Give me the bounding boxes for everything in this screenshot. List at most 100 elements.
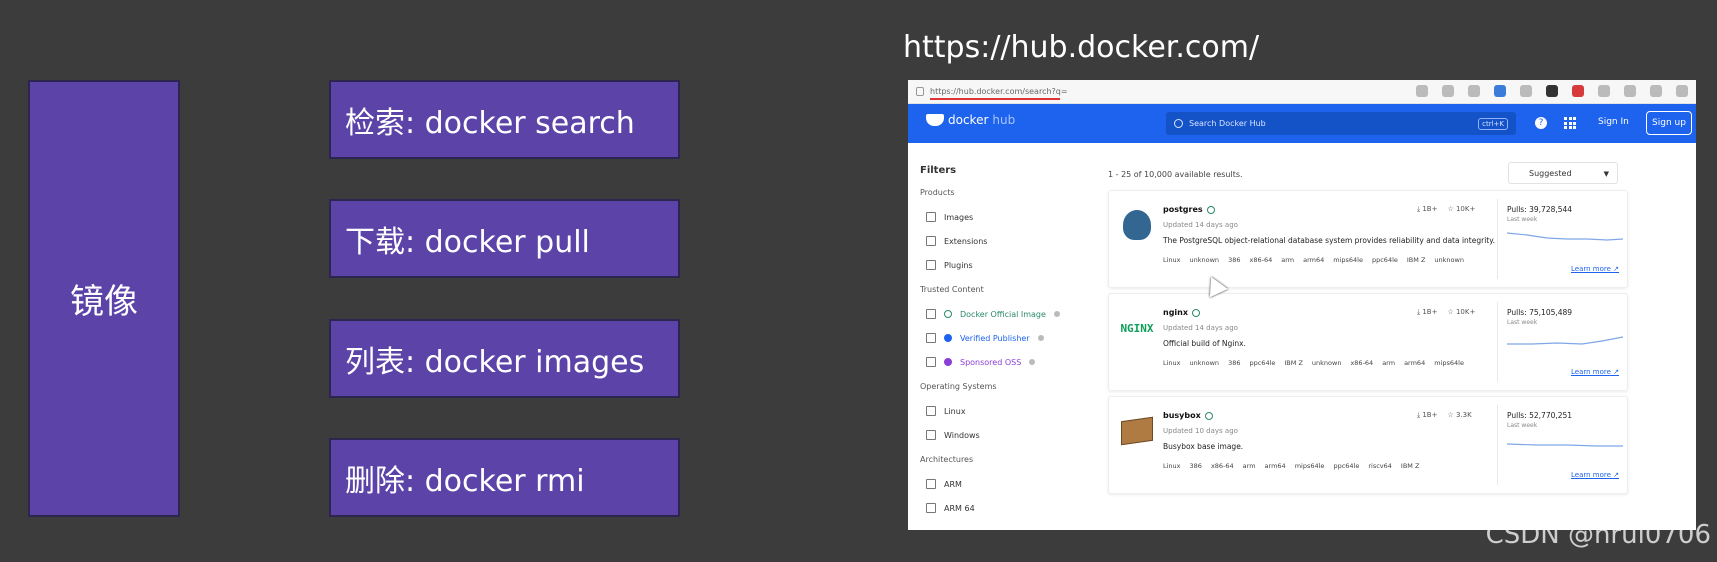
result-stats: ⤓ 1B+ ☆ 10K+ (1417, 308, 1475, 317)
collections-icon[interactable] (1676, 85, 1688, 97)
pulls-sparkline (1507, 443, 1623, 447)
filter-label: Images (944, 212, 974, 222)
info-icon[interactable] (1029, 359, 1036, 365)
result-card-busybox[interactable]: busybox Updated 10 days ago Busybox base… (1108, 396, 1628, 494)
info-icon[interactable] (1053, 311, 1060, 317)
filter-verified-publisher[interactable]: Verified Publisher (920, 326, 1090, 350)
favorites-icon[interactable] (1650, 85, 1662, 97)
filter-label: Sponsored OSS (960, 357, 1022, 367)
browser-toolbar (1416, 85, 1688, 97)
result-updated: Updated 10 days ago (1163, 427, 1238, 435)
learn-more-link[interactable]: Learn more ↗ (1571, 368, 1619, 376)
downloads-count: 1B+ (1422, 205, 1438, 213)
split-screen-icon[interactable] (1624, 85, 1636, 97)
divider (1497, 405, 1498, 485)
learn-more-link[interactable]: Learn more ↗ (1571, 265, 1619, 273)
sort-dropdown[interactable]: Suggested ▼ (1508, 162, 1618, 184)
result-updated: Updated 14 days ago (1163, 221, 1238, 229)
result-name-link[interactable]: nginx (1163, 308, 1201, 317)
docker-hub-logo[interactable]: docker hub (926, 113, 1015, 127)
filter-group-title: Operating Systems (920, 382, 997, 391)
checkbox[interactable] (926, 406, 936, 416)
search-input[interactable]: Search Docker Hub ctrl+K (1166, 112, 1516, 135)
pulls-sparkline (1507, 232, 1623, 241)
filter-label: ARM (944, 479, 962, 489)
stars-count: 10K+ (1455, 205, 1476, 213)
filter-sponsored-oss[interactable]: Sponsored OSS (920, 350, 1090, 374)
filter-label: Docker Official Image (960, 309, 1046, 319)
refresh-icon[interactable] (1598, 85, 1610, 97)
tag: ppc64le (1249, 359, 1276, 367)
learn-more-link[interactable]: Learn more ↗ (1571, 471, 1619, 479)
checkbox[interactable] (926, 430, 936, 440)
apps-grid-icon[interactable] (1564, 117, 1576, 129)
checkbox[interactable] (926, 333, 936, 343)
extension-icon[interactable] (1494, 85, 1506, 97)
tag: mips64le (1333, 256, 1363, 264)
filter-arm[interactable]: ARM (920, 472, 1090, 496)
filter-plugins[interactable]: Plugins (920, 253, 1090, 277)
tag: 386 (1228, 256, 1241, 264)
filter-group-title: Products (920, 188, 955, 197)
result-updated: Updated 14 days ago (1163, 324, 1238, 332)
official-badge-icon (944, 310, 952, 318)
tag: arm64 (1303, 256, 1325, 264)
last-week-label: Last week (1507, 422, 1538, 429)
download-icon: ⤓ 1B+ (1417, 308, 1438, 316)
extension-icon[interactable] (1572, 85, 1584, 97)
filter-extensions[interactable]: Extensions (920, 229, 1090, 253)
tag: x86-64 (1350, 359, 1374, 367)
checkbox[interactable] (926, 357, 936, 367)
checkbox[interactable] (926, 212, 936, 222)
checkbox[interactable] (926, 479, 936, 489)
help-icon[interactable]: ? (1535, 117, 1547, 129)
last-week-label: Last week (1507, 216, 1538, 223)
sort-value: Suggested (1529, 168, 1572, 178)
read-aloud-icon[interactable] (1416, 85, 1428, 97)
tag: arm (1242, 462, 1256, 470)
docker-hub-header: docker hub Search Docker Hub ctrl+K ? Si… (908, 104, 1696, 143)
result-card-postgres[interactable]: postgres Updated 14 days ago The Postgre… (1108, 190, 1628, 288)
filter-label: Windows (944, 430, 980, 440)
result-name: postgres (1163, 205, 1203, 214)
sign-up-button[interactable]: Sign up (1646, 111, 1692, 135)
tag: riscv64 (1368, 462, 1392, 470)
checkbox[interactable] (926, 503, 936, 513)
command-label: 删除: docker rmi (345, 463, 585, 499)
box-icon (1121, 416, 1153, 446)
filter-arm64[interactable]: ARM 64 (920, 496, 1090, 520)
checkbox[interactable] (926, 260, 936, 270)
divider (1497, 199, 1498, 279)
watermark: CSDN @hrui0706 (1485, 520, 1711, 550)
font-icon[interactable] (1442, 85, 1454, 97)
result-name-link[interactable]: postgres (1163, 205, 1215, 214)
filter-linux[interactable]: Linux (920, 399, 1090, 423)
result-name: nginx (1163, 308, 1189, 317)
result-name-link[interactable]: busybox (1163, 411, 1213, 420)
favorite-star-icon[interactable] (1468, 85, 1480, 97)
tag: ppc64le (1333, 462, 1360, 470)
extension-icon[interactable] (1546, 85, 1558, 97)
filter-windows[interactable]: Windows (920, 423, 1090, 447)
postgres-logo (1119, 205, 1155, 245)
result-description: Busybox base image. (1163, 442, 1244, 451)
stars-count: 3.3K (1455, 411, 1472, 419)
checkbox[interactable] (926, 309, 936, 319)
sign-in-link[interactable]: Sign In (1598, 117, 1629, 127)
filter-label: Extensions (944, 236, 988, 246)
docker-hub-screenshot: https://hub.docker.com/search?q= docker … (908, 80, 1696, 530)
docker-whale-icon (926, 114, 944, 126)
info-icon[interactable] (1037, 335, 1044, 341)
filter-docker-official-image[interactable]: Docker Official Image (920, 302, 1090, 326)
checkbox[interactable] (926, 236, 936, 246)
tag: 386 (1189, 462, 1202, 470)
tag: ppc64le (1371, 256, 1398, 264)
sponsored-badge-icon (944, 358, 952, 366)
address-url[interactable]: https://hub.docker.com/search?q= (930, 87, 1068, 96)
filter-label: Plugins (944, 260, 973, 270)
result-tags: Linux 386 x86-64 arm arm64 mips64le ppc6… (1163, 462, 1419, 470)
result-card-nginx[interactable]: NGINX nginx Updated 14 days ago Official… (1108, 293, 1628, 391)
elephant-icon (1123, 210, 1151, 240)
filter-images[interactable]: Images (920, 205, 1090, 229)
filter-icon[interactable] (1520, 85, 1532, 97)
